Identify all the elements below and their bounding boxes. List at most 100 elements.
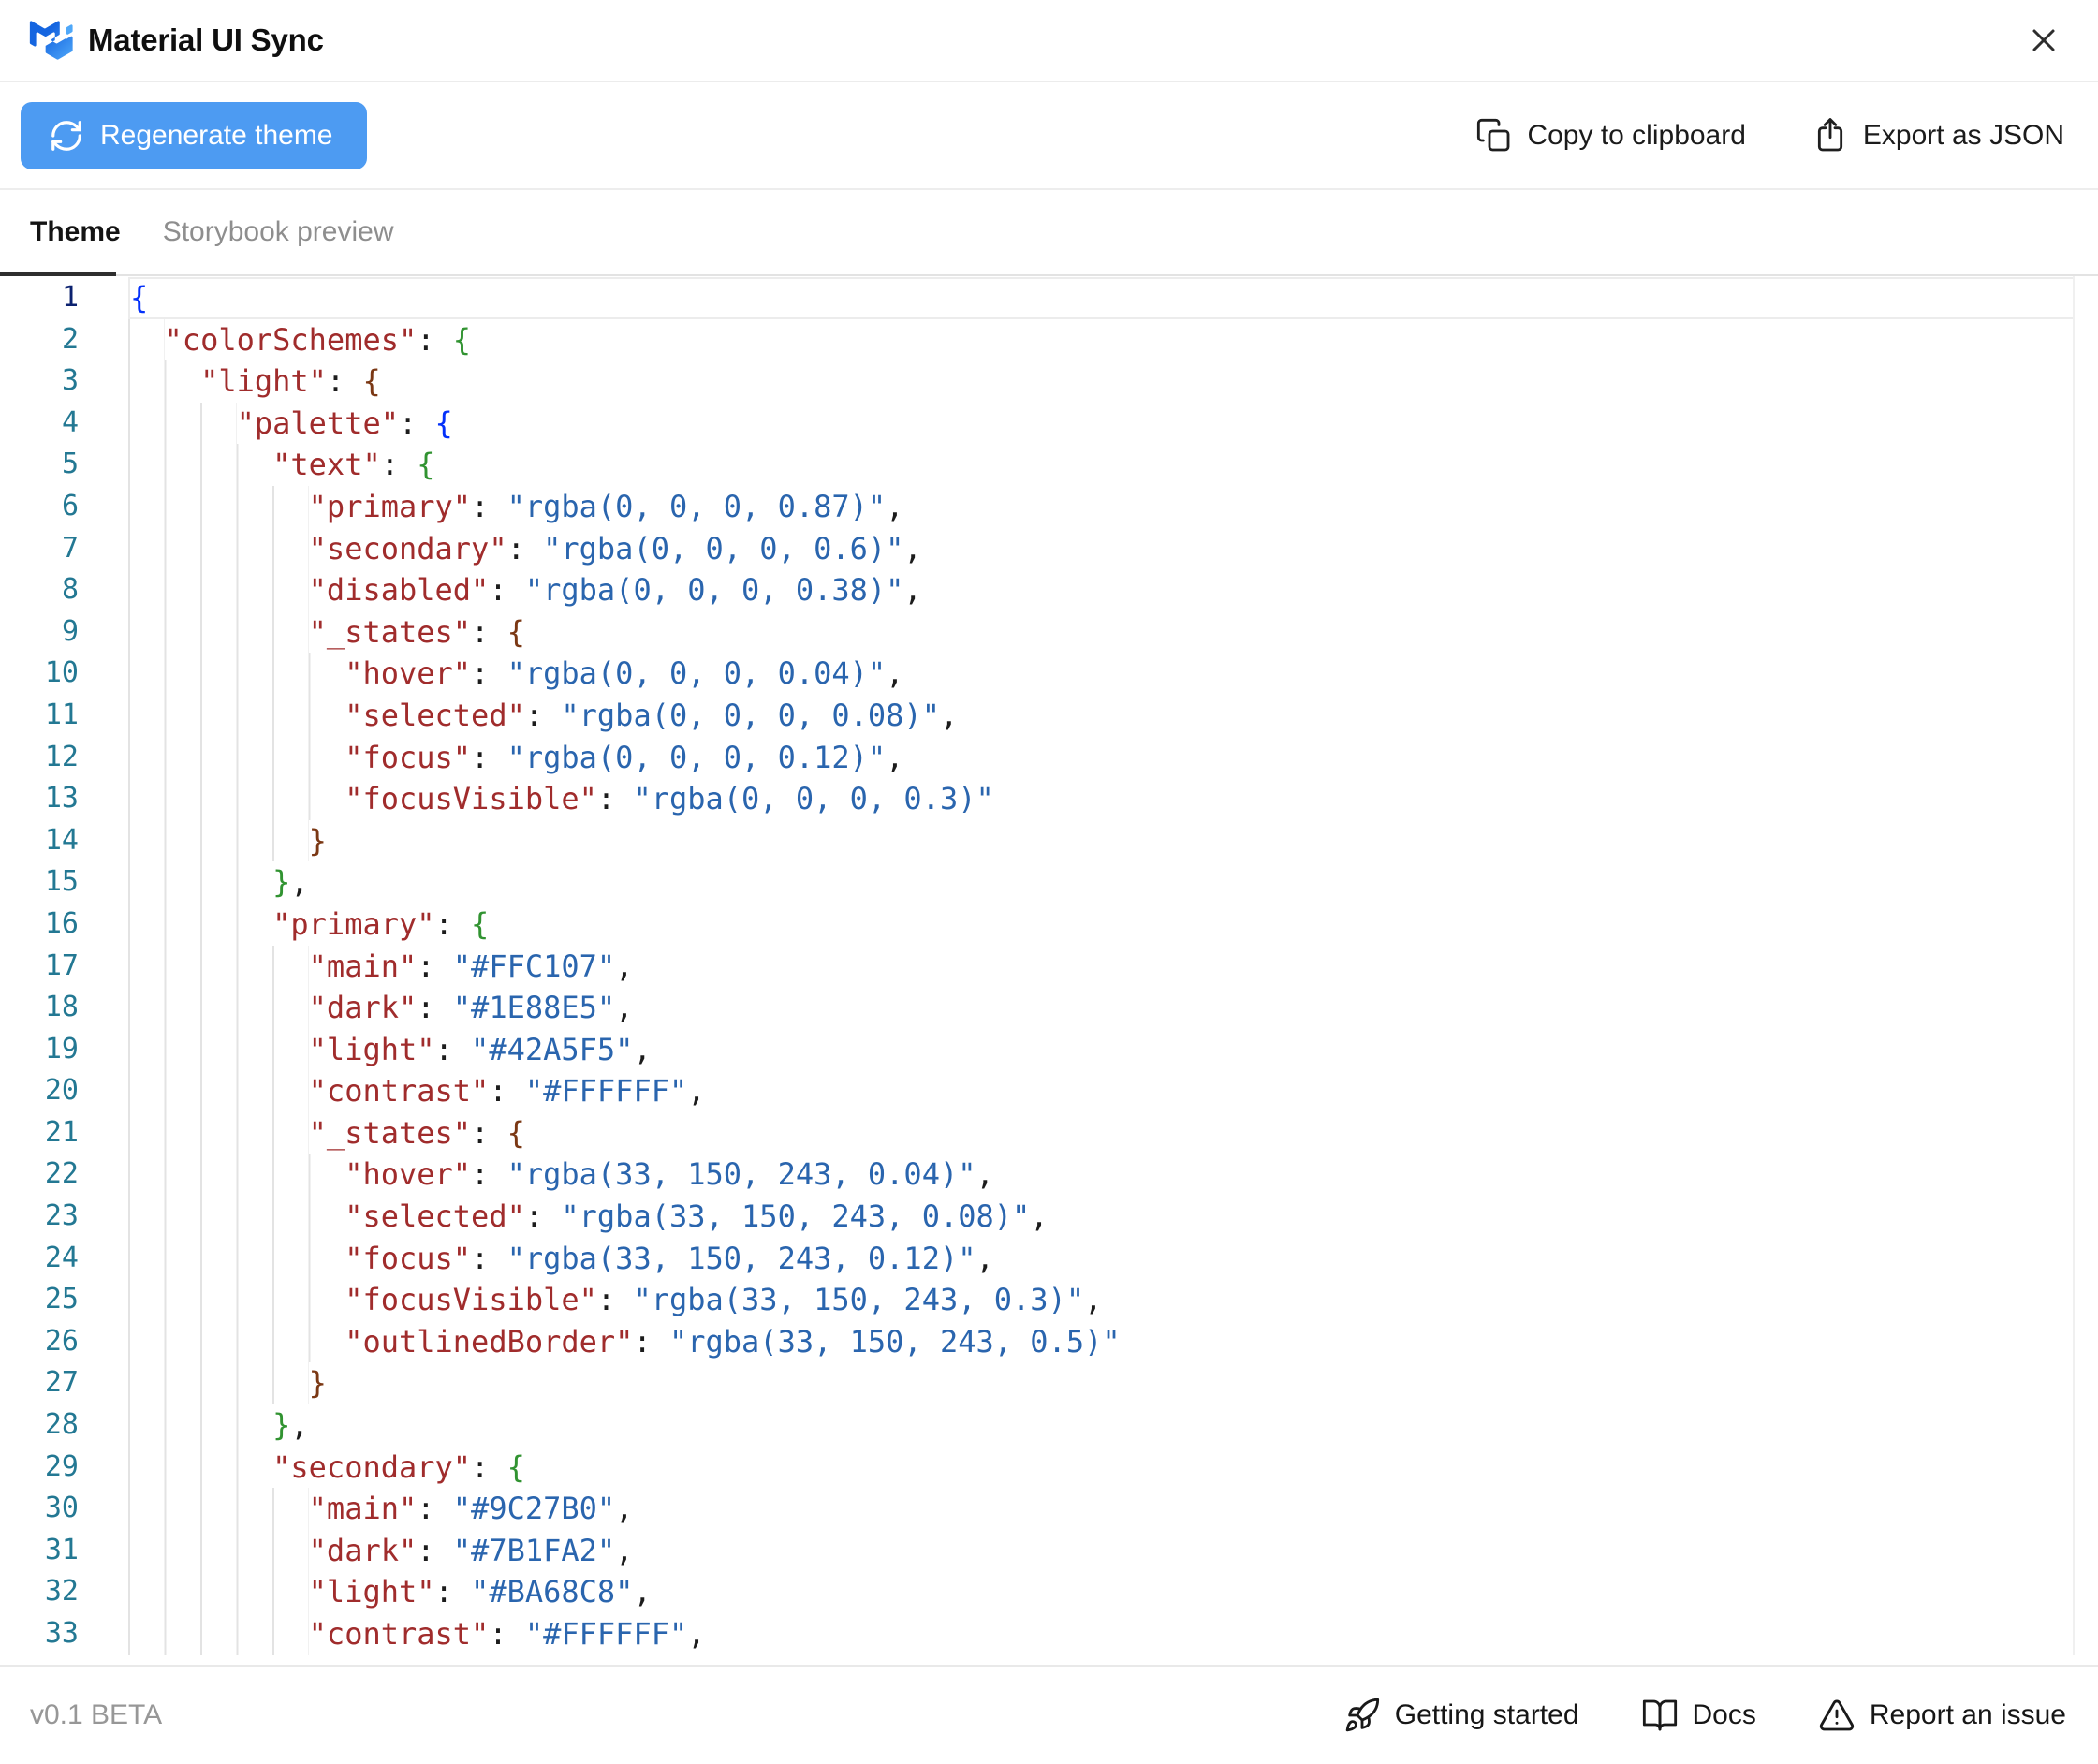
code-line-content: "colorSchemes": { bbox=[128, 319, 2073, 361]
line-number: 22 bbox=[0, 1154, 128, 1196]
code-line[interactable]: 3"light": { bbox=[0, 360, 2073, 403]
line-number: 19 bbox=[0, 1029, 128, 1071]
tab-theme[interactable]: Theme bbox=[0, 190, 141, 274]
regenerate-theme-label: Regenerate theme bbox=[100, 120, 333, 152]
regenerate-theme-button[interactable]: Regenerate theme bbox=[21, 102, 367, 169]
indent-guides bbox=[128, 611, 309, 654]
line-number: 32 bbox=[0, 1571, 128, 1613]
code-line[interactable]: 2"colorSchemes": { bbox=[0, 319, 2073, 361]
code-line[interactable]: 1{ bbox=[0, 277, 2073, 319]
line-number: 17 bbox=[0, 946, 128, 988]
code-line[interactable]: 13"focusVisible": "rgba(0, 0, 0, 0.3)" bbox=[0, 778, 2073, 820]
indent-guides bbox=[128, 1112, 309, 1154]
line-number: 21 bbox=[0, 1112, 128, 1154]
line-number: 29 bbox=[0, 1447, 128, 1489]
indent-guides bbox=[128, 1530, 309, 1572]
close-button[interactable] bbox=[2017, 14, 2070, 66]
line-number: 33 bbox=[0, 1613, 128, 1655]
line-number: 24 bbox=[0, 1238, 128, 1280]
copy-to-clipboard-button[interactable]: Copy to clipboard bbox=[1475, 117, 1745, 154]
line-number: 8 bbox=[0, 569, 128, 611]
code-line[interactable]: 4"palette": { bbox=[0, 403, 2073, 445]
mui-logo-icon bbox=[28, 21, 73, 60]
code-line-content: "hover": "rgba(33, 150, 243, 0.04)", bbox=[128, 1154, 2073, 1196]
code-line[interactable]: 22"hover": "rgba(33, 150, 243, 0.04)", bbox=[0, 1154, 2073, 1196]
code-line[interactable]: 9"_states": { bbox=[0, 611, 2073, 654]
code-line-content: "focus": "rgba(0, 0, 0, 0.12)", bbox=[128, 737, 2073, 779]
code-line[interactable]: 14} bbox=[0, 820, 2073, 862]
code-line[interactable]: 26"outlinedBorder": "rgba(33, 150, 243, … bbox=[0, 1321, 2073, 1363]
export-as-json-button[interactable]: Export as JSON bbox=[1812, 117, 2064, 154]
book-icon bbox=[1641, 1697, 1679, 1734]
indent-guides bbox=[128, 403, 237, 445]
report-an-issue-link[interactable]: Report an issue bbox=[1818, 1697, 2066, 1734]
code-line[interactable]: 30"main": "#9C27B0", bbox=[0, 1488, 2073, 1530]
code-line-content: "focusVisible": "rgba(0, 0, 0, 0.3)" bbox=[128, 778, 2073, 820]
indent-guides bbox=[128, 1070, 309, 1112]
copy-to-clipboard-label: Copy to clipboard bbox=[1527, 120, 1745, 152]
code-line[interactable]: 8"disabled": "rgba(0, 0, 0, 0.38)", bbox=[0, 569, 2073, 611]
line-number: 15 bbox=[0, 861, 128, 904]
code-line[interactable]: 20"contrast": "#FFFFFF", bbox=[0, 1070, 2073, 1112]
indent-guides bbox=[128, 319, 165, 361]
theme-json-editor[interactable]: 1{2"colorSchemes": {3"light": {4"palette… bbox=[0, 276, 2098, 1665]
code-line[interactable]: 24"focus": "rgba(33, 150, 243, 0.12)", bbox=[0, 1238, 2073, 1280]
line-number: 3 bbox=[0, 360, 128, 403]
code-line[interactable]: 12"focus": "rgba(0, 0, 0, 0.12)", bbox=[0, 737, 2073, 779]
code-line-content: } bbox=[128, 820, 2073, 862]
code-line[interactable]: 11"selected": "rgba(0, 0, 0, 0.08)", bbox=[0, 695, 2073, 737]
close-icon bbox=[2025, 22, 2062, 59]
line-number: 2 bbox=[0, 319, 128, 361]
code-line[interactable]: 27} bbox=[0, 1362, 2073, 1404]
code-line-content: "focus": "rgba(33, 150, 243, 0.12)", bbox=[128, 1238, 2073, 1280]
code-line[interactable]: 29"secondary": { bbox=[0, 1447, 2073, 1489]
line-number: 26 bbox=[0, 1321, 128, 1363]
line-number: 6 bbox=[0, 486, 128, 528]
tab-bar: Theme Storybook preview bbox=[0, 190, 2098, 276]
code-line[interactable]: 19"light": "#42A5F5", bbox=[0, 1029, 2073, 1071]
line-number: 5 bbox=[0, 444, 128, 486]
code-lines: 1{2"colorSchemes": {3"light": {4"palette… bbox=[0, 276, 2075, 1655]
indent-guides bbox=[128, 737, 345, 779]
line-number: 31 bbox=[0, 1530, 128, 1572]
line-number: 27 bbox=[0, 1362, 128, 1404]
getting-started-link[interactable]: Getting started bbox=[1343, 1697, 1579, 1734]
line-number: 9 bbox=[0, 611, 128, 654]
code-line[interactable]: 23"selected": "rgba(33, 150, 243, 0.08)"… bbox=[0, 1196, 2073, 1238]
code-line[interactable]: 31"dark": "#7B1FA2", bbox=[0, 1530, 2073, 1572]
code-line[interactable]: 10"hover": "rgba(0, 0, 0, 0.04)", bbox=[0, 653, 2073, 695]
code-line-content: "selected": "rgba(33, 150, 243, 0.08)", bbox=[128, 1196, 2073, 1238]
code-line[interactable]: 18"dark": "#1E88E5", bbox=[0, 987, 2073, 1029]
code-line[interactable]: 15}, bbox=[0, 861, 2073, 904]
code-line[interactable]: 6"primary": "rgba(0, 0, 0, 0.87)", bbox=[0, 486, 2073, 528]
line-number: 25 bbox=[0, 1279, 128, 1321]
code-line[interactable]: 7"secondary": "rgba(0, 0, 0, 0.6)", bbox=[0, 528, 2073, 570]
footer: v0.1 BETA Getting started Docs bbox=[0, 1665, 2098, 1764]
indent-guides bbox=[128, 987, 309, 1029]
code-line[interactable]: 17"main": "#FFC107", bbox=[0, 946, 2073, 988]
line-number: 12 bbox=[0, 737, 128, 779]
line-number: 28 bbox=[0, 1404, 128, 1447]
code-line[interactable]: 32"light": "#BA68C8", bbox=[0, 1571, 2073, 1613]
indent-guides bbox=[128, 1321, 345, 1363]
code-line[interactable]: 25"focusVisible": "rgba(33, 150, 243, 0.… bbox=[0, 1279, 2073, 1321]
code-line[interactable]: 5"text": { bbox=[0, 444, 2073, 486]
tab-storybook-preview[interactable]: Storybook preview bbox=[163, 190, 394, 274]
indent-guides bbox=[128, 904, 272, 946]
code-line[interactable]: 28}, bbox=[0, 1404, 2073, 1447]
code-line-content: "dark": "#1E88E5", bbox=[128, 987, 2073, 1029]
code-line[interactable]: 21"_states": { bbox=[0, 1112, 2073, 1154]
code-line-content: "contrast": "#FFFFFF", bbox=[128, 1070, 2073, 1112]
line-number: 11 bbox=[0, 695, 128, 737]
indent-guides bbox=[128, 1279, 345, 1321]
code-line-content: "hover": "rgba(0, 0, 0, 0.04)", bbox=[128, 653, 2073, 695]
code-line[interactable]: 33"contrast": "#FFFFFF", bbox=[0, 1613, 2073, 1655]
line-number: 1 bbox=[0, 277, 128, 319]
indent-guides bbox=[128, 820, 309, 862]
code-line-content: "_states": { bbox=[128, 611, 2073, 654]
line-number: 30 bbox=[0, 1488, 128, 1530]
code-line[interactable]: 16"primary": { bbox=[0, 904, 2073, 946]
indent-guides bbox=[128, 1571, 309, 1613]
docs-link[interactable]: Docs bbox=[1641, 1697, 1756, 1734]
code-line-content: "selected": "rgba(0, 0, 0, 0.08)", bbox=[128, 695, 2073, 737]
